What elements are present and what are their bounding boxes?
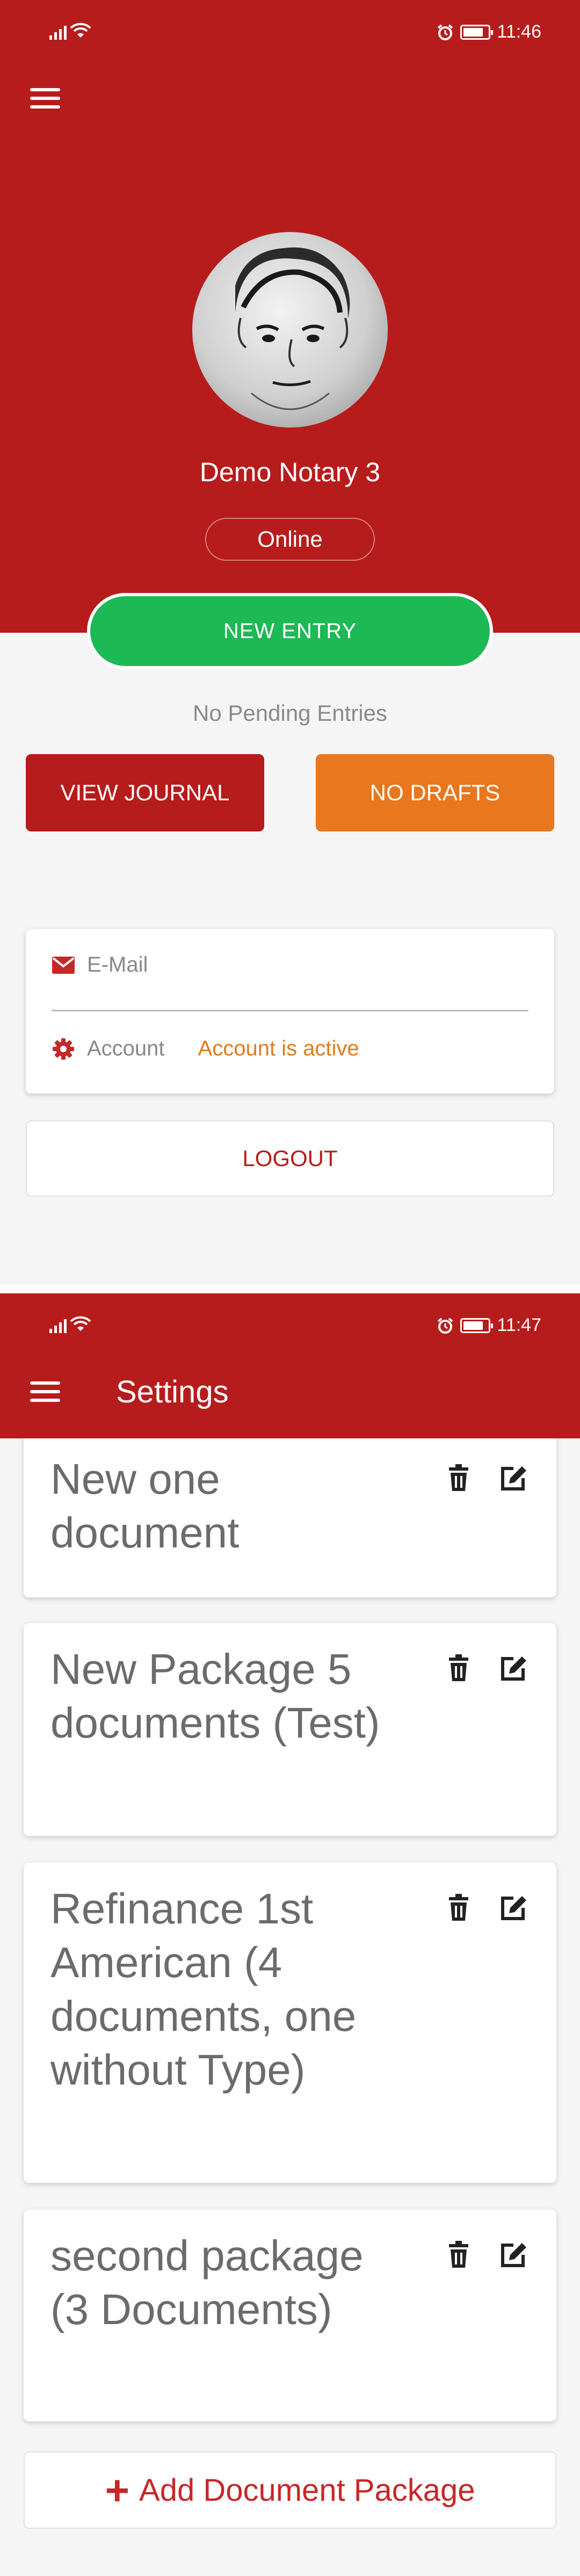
battery-icon <box>460 1318 494 1333</box>
logout-button[interactable]: LOGOUT <box>26 1120 554 1197</box>
home-screen: 11:46 Demo Notary 3 Online NEW ENTRY No … <box>0 0 580 1285</box>
battery-icon <box>460 24 494 40</box>
page-title: Settings <box>116 1374 229 1409</box>
trash-icon[interactable] <box>441 1891 476 1925</box>
package-title: New Package 5 documents (Test) <box>50 1645 380 1747</box>
status-bar: 11:47 <box>0 1293 580 1358</box>
profile-header: 11:46 Demo Notary 3 Online <box>0 0 580 633</box>
package-card[interactable]: New Package 5 documents (Test) <box>24 1623 556 1836</box>
account-card: E-Mail Account Account is active <box>26 929 554 1094</box>
plus-icon: + <box>105 2466 130 2514</box>
online-status-badge: Online <box>205 518 375 561</box>
add-button-label: Add Document Package <box>139 2472 475 2508</box>
menu-icon[interactable] <box>30 1381 60 1405</box>
pending-entries-text: No Pending Entries <box>193 700 387 726</box>
account-row: Account Account is active <box>52 1037 359 1061</box>
user-name: Demo Notary 3 <box>199 457 381 487</box>
edit-icon[interactable] <box>496 1651 531 1685</box>
view-journal-button[interactable]: VIEW JOURNAL <box>26 754 264 831</box>
status-bar: 11:46 <box>0 0 580 64</box>
divider <box>52 1010 528 1011</box>
package-list: New one document New Package 5 documents… <box>0 1438 580 2576</box>
edit-icon[interactable] <box>496 1461 531 1495</box>
drafts-button[interactable]: NO DRAFTS <box>316 754 554 831</box>
package-title: New one document <box>50 1455 240 1557</box>
package-card[interactable]: New one document <box>24 1438 556 1597</box>
gear-icon <box>53 1038 74 1060</box>
email-field[interactable]: E-Mail <box>52 953 148 977</box>
alarm-icon <box>438 1317 453 1334</box>
signal-icon <box>49 1317 67 1333</box>
mail-icon <box>52 956 75 974</box>
screen-separator <box>0 1285 580 1293</box>
account-status: Account is active <box>198 1037 359 1060</box>
clock-time: 11:46 <box>497 21 541 42</box>
new-entry-button[interactable]: NEW ENTRY <box>87 593 493 669</box>
app-bar: 11:47 Settings <box>0 1293 580 1438</box>
package-title: Refinance 1st American (4 documents, one… <box>50 1885 357 2094</box>
trash-icon[interactable] <box>441 2238 476 2272</box>
package-card[interactable]: Refinance 1st American (4 documents, one… <box>24 1863 556 2183</box>
avatar <box>192 232 388 428</box>
settings-screen: 11:47 Settings New one document New Pack… <box>0 1293 580 2576</box>
wifi-icon <box>70 1316 91 1331</box>
trash-icon[interactable] <box>441 1461 476 1495</box>
menu-icon[interactable] <box>30 88 60 112</box>
email-placeholder: E-Mail <box>87 953 148 976</box>
package-card[interactable]: second package (3 Documents) <box>24 2210 556 2421</box>
alarm-icon <box>438 24 453 40</box>
package-title: second package (3 Documents) <box>50 2232 364 2333</box>
clock-time: 11:47 <box>497 1315 541 1335</box>
add-document-package-button[interactable]: + Add Document Package <box>24 2451 556 2529</box>
signal-icon <box>49 24 67 40</box>
trash-icon[interactable] <box>441 1651 476 1685</box>
account-label: Account <box>87 1037 165 1060</box>
wifi-icon <box>70 23 91 38</box>
edit-icon[interactable] <box>496 2238 531 2272</box>
avatar-portrait <box>235 247 350 410</box>
edit-icon[interactable] <box>496 1891 531 1925</box>
